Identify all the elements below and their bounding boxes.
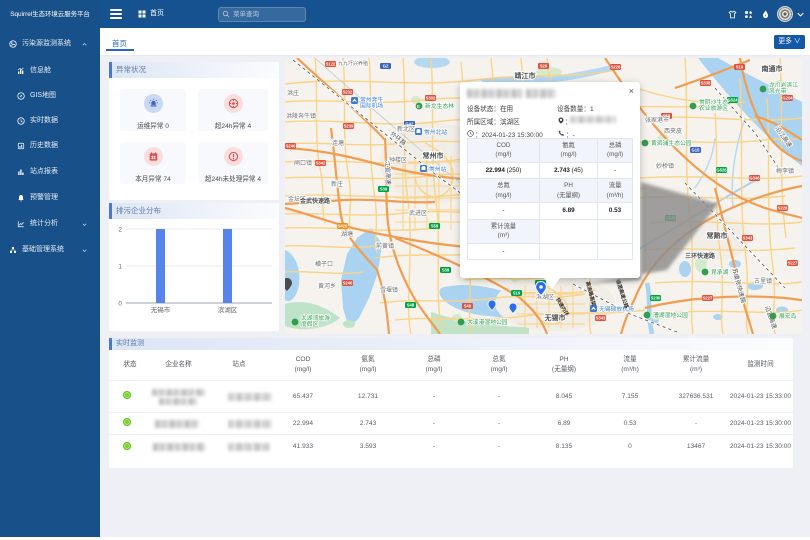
svg-text:S19: S19 [513, 291, 521, 296]
svg-text:常州奔牛: 常州奔牛 [360, 96, 383, 104]
svg-text:S19: S19 [736, 65, 744, 70]
svg-text:S343: S343 [743, 236, 753, 241]
svg-text:S302: S302 [426, 96, 436, 101]
svg-text:闸口镇: 闸口镇 [294, 159, 312, 167]
svg-text:G2: G2 [383, 64, 389, 69]
svg-text:梅李镇: 梅李镇 [776, 167, 794, 175]
svg-text:新龙生态林: 新龙生态林 [425, 102, 454, 110]
svg-text:S48: S48 [407, 303, 415, 308]
svg-text:S39: S39 [380, 187, 388, 192]
svg-text:雪堰镇: 雪堰镇 [380, 286, 398, 294]
svg-text:太湖湾旅游: 太湖湾旅游 [301, 314, 330, 322]
svg-text:S48: S48 [464, 304, 472, 309]
svg-text:龙爪岩滨江: 龙爪岩滨江 [769, 81, 798, 89]
svg-text:九九圩兴养殖: 九九圩兴养殖 [338, 60, 368, 67]
svg-text:S228: S228 [778, 206, 788, 211]
svg-text:S39: S39 [442, 268, 450, 273]
svg-text:常州站: 常州站 [429, 165, 447, 173]
svg-text:S232: S232 [343, 90, 353, 95]
svg-text:S338: S338 [701, 81, 711, 86]
svg-text:1: 1 [118, 264, 122, 271]
svg-text:S122: S122 [326, 62, 336, 67]
svg-text:G204: G204 [782, 96, 793, 101]
svg-text:黄河乡: 黄河乡 [318, 282, 336, 290]
svg-text:无锡市: 无锡市 [544, 313, 566, 322]
svg-text:黄泗浦生态公园: 黄泗浦生态公园 [651, 139, 692, 147]
svg-text:S239: S239 [344, 124, 354, 129]
svg-text:度假区: 度假区 [301, 320, 319, 328]
svg-text:S420: S420 [338, 224, 348, 229]
svg-text:S226: S226 [611, 65, 621, 70]
svg-text:西夹皮: 西夹皮 [664, 127, 682, 135]
svg-text:常州北站: 常州北站 [424, 128, 447, 136]
svg-text:常熟市: 常熟市 [707, 231, 728, 240]
svg-text:武进区: 武进区 [409, 209, 427, 217]
svg-text:漕湖湿地公园: 漕湖湿地公园 [653, 311, 688, 319]
svg-text:妙桥镇: 妙桥镇 [656, 162, 674, 170]
svg-text:S230: S230 [651, 296, 661, 301]
svg-text:0: 0 [118, 301, 122, 308]
svg-text:B: B [417, 104, 420, 109]
svg-text:G346: G346 [749, 176, 760, 181]
svg-text:国际机场: 国际机场 [360, 102, 383, 110]
svg-text:农业旅游区: 农业旅游区 [699, 104, 728, 112]
svg-text:滨湖区: 滨湖区 [218, 305, 238, 314]
svg-text:昆承湖: 昆承湖 [711, 268, 729, 276]
svg-text:风光带: 风光带 [769, 87, 787, 95]
svg-text:S58: S58 [431, 224, 439, 229]
svg-text:G42: G42 [406, 122, 415, 127]
svg-text:G526: G526 [716, 168, 727, 173]
svg-text:洪庄: 洪庄 [287, 89, 299, 97]
svg-text:连塘: 连塘 [332, 139, 344, 147]
svg-text:S227: S227 [788, 261, 798, 266]
svg-text:S29: S29 [540, 64, 548, 69]
svg-text:G524: G524 [727, 98, 738, 103]
svg-text:常阴沙生态: 常阴沙生态 [699, 98, 728, 106]
svg-text:无锡市: 无锡市 [151, 305, 171, 314]
svg-text:南通市: 南通市 [762, 64, 783, 73]
svg-text:古里镇: 古里镇 [754, 277, 772, 285]
svg-text:新庄: 新庄 [331, 180, 343, 188]
svg-text:新北区: 新北区 [397, 125, 415, 133]
svg-text:金武快速路: 金武快速路 [299, 197, 331, 205]
svg-text:奔牛镇: 奔牛镇 [298, 112, 316, 120]
svg-text:展宏岛: 展宏岛 [779, 312, 797, 320]
svg-text:湖塘: 湖塘 [341, 230, 353, 238]
svg-text:S342: S342 [316, 161, 326, 166]
svg-text:横子口: 横子口 [315, 260, 333, 268]
svg-text:S343: S343 [596, 316, 606, 321]
svg-text:S240: S240 [343, 281, 353, 286]
svg-text:洪陵: 洪陵 [286, 112, 298, 120]
svg-text:大溪港湿地公园: 大溪港湿地公园 [467, 318, 508, 326]
svg-text:滨湖区: 滨湖区 [536, 293, 554, 301]
svg-text:前黄镇: 前黄镇 [376, 242, 394, 250]
svg-text:G15: G15 [692, 148, 701, 153]
svg-text:三环快速路: 三环快速路 [685, 252, 716, 260]
svg-text:S240: S240 [286, 144, 296, 149]
svg-text:S227: S227 [703, 296, 713, 301]
svg-text:靖江市: 靖江市 [515, 71, 536, 80]
svg-text:2: 2 [118, 227, 122, 234]
svg-text:钟楼区: 钟楼区 [389, 156, 407, 164]
svg-text:张家港市: 张家港市 [645, 116, 669, 124]
svg-text:常州市: 常州市 [423, 151, 444, 160]
